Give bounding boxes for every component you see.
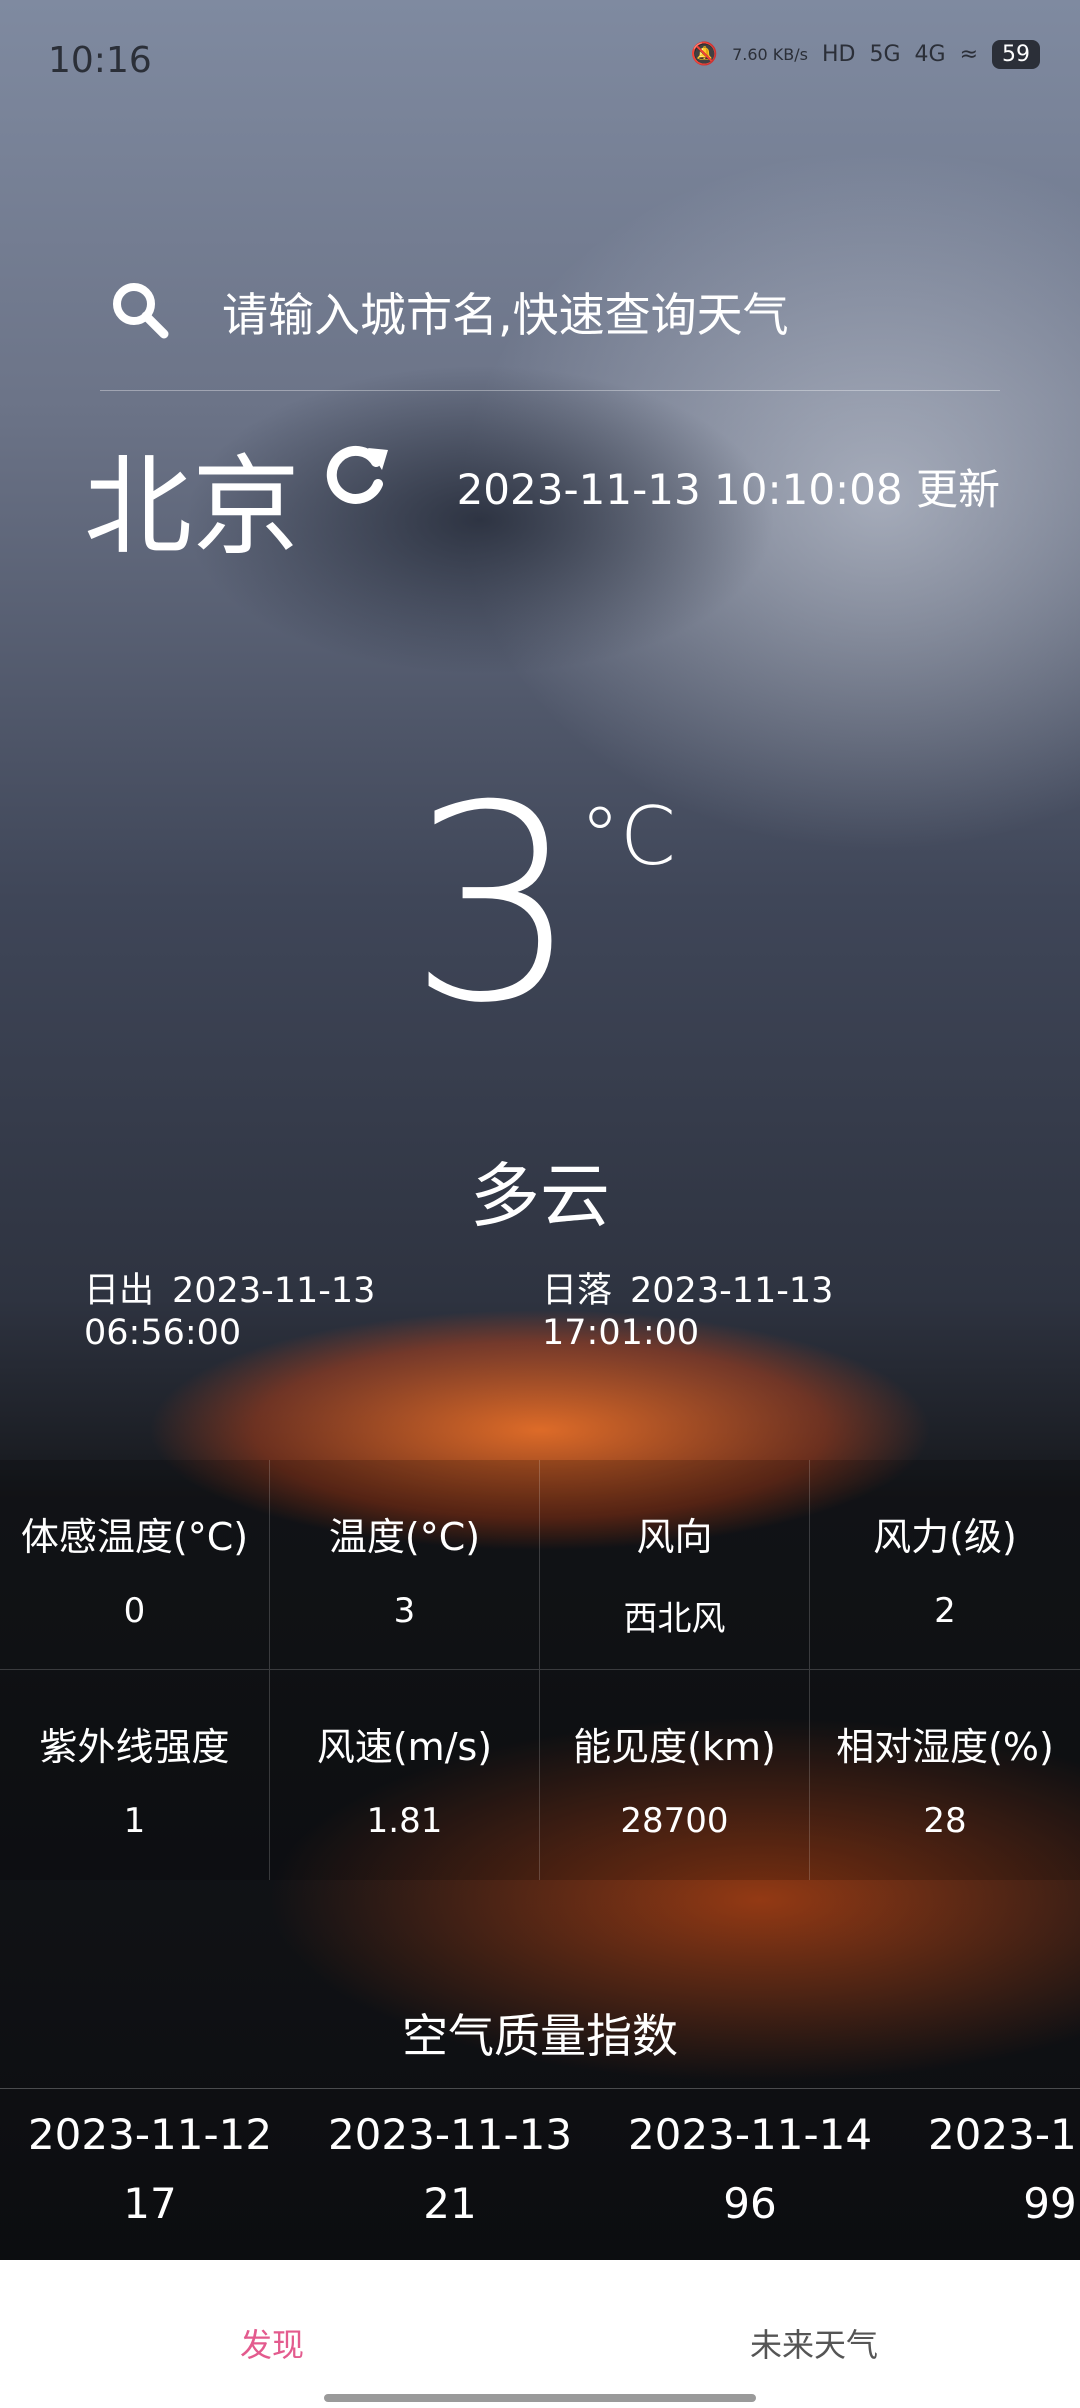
detail-temperature: 温度(°C) 3 bbox=[270, 1460, 540, 1670]
status-icons: 🔕 7.60 KB/s HD 5G 4G ≈ 59 bbox=[691, 40, 1040, 69]
nav-discover[interactable]: 发现 bbox=[240, 2320, 304, 2366]
sunset: 日落 2023-11-13 17:01:00 bbox=[542, 1262, 1000, 1353]
aqi-value: 17 bbox=[123, 2179, 177, 2228]
detail-feels-like: 体感温度(°C) 0 bbox=[0, 1460, 270, 1670]
signal-5g-icon: 5G bbox=[869, 42, 901, 67]
status-time: 10:16 bbox=[48, 40, 152, 81]
aqi-date: 2023-11-13 bbox=[327, 2110, 573, 2159]
net-speed: 7.60 KB/s bbox=[732, 45, 808, 64]
current-temperature: 3 bbox=[408, 747, 580, 1062]
detail-label: 相对湿度(%) bbox=[836, 1725, 1054, 1769]
status-bar: 10:16 🔕 7.60 KB/s HD 5G 4G ≈ 59 bbox=[0, 0, 1080, 120]
aqi-item: 2023-11-14 96 bbox=[600, 2100, 900, 2228]
detail-label: 能见度(km) bbox=[573, 1725, 776, 1769]
aqi-date: 2023-11-14 bbox=[627, 2110, 873, 2159]
sunrise: 日出 2023-11-13 06:56:00 bbox=[84, 1262, 542, 1353]
aqi-value: 99 bbox=[1023, 2179, 1077, 2228]
detail-value: 西北风 bbox=[623, 1599, 726, 1639]
sunset-label: 日落 bbox=[542, 1271, 613, 1311]
aqi-title: 空气质量指数 bbox=[402, 2009, 678, 2063]
city-name: 北京 bbox=[84, 445, 301, 570]
sunrise-label: 日出 bbox=[84, 1271, 155, 1311]
search-icon[interactable] bbox=[110, 280, 170, 340]
detail-uv-index: 紫外线强度 1 bbox=[0, 1670, 270, 1880]
detail-value: 0 bbox=[123, 1591, 146, 1631]
detail-label: 紫外线强度 bbox=[39, 1725, 230, 1769]
aqi-date: 2023-11-12 bbox=[27, 2110, 273, 2159]
detail-value: 2 bbox=[934, 1591, 956, 1631]
bottom-nav: 发现 未来天气 bbox=[0, 2260, 1080, 2408]
detail-label: 体感温度(°C) bbox=[20, 1515, 249, 1559]
aqi-date: 2023-11-15 bbox=[927, 2110, 1080, 2159]
detail-wind-force: 风力(级) 2 bbox=[810, 1460, 1080, 1670]
detail-visibility: 能见度(km) 28700 bbox=[540, 1670, 810, 1880]
weather-condition: 多云 bbox=[470, 1155, 610, 1237]
sun-times: 日出 2023-11-13 06:56:00 日落 2023-11-13 17:01… bbox=[84, 1262, 1000, 1353]
hd-icon: HD bbox=[821, 42, 856, 67]
aqi-list[interactable]: 2023-11-12 17 2023-11-13 21 2023-11-14 9… bbox=[0, 2100, 1080, 2260]
search-bar[interactable] bbox=[100, 274, 1000, 391]
detail-wind-direction: 风向 西北风 bbox=[540, 1460, 810, 1670]
aqi-item: 2023-11-13 21 bbox=[300, 2100, 600, 2228]
detail-value: 28700 bbox=[620, 1801, 729, 1841]
aqi-value: 96 bbox=[723, 2179, 777, 2228]
detail-label: 风速(m/s) bbox=[316, 1725, 493, 1769]
detail-wind-speed: 风速(m/s) 1.81 bbox=[270, 1670, 540, 1880]
aqi-item: 2023-11-12 17 bbox=[0, 2100, 300, 2228]
home-indicator[interactable] bbox=[324, 2394, 756, 2402]
search-input[interactable] bbox=[220, 274, 984, 356]
aqi-value: 21 bbox=[423, 2179, 477, 2228]
detail-label: 风力(级) bbox=[873, 1515, 1017, 1559]
wifi-icon: ≈ bbox=[959, 42, 978, 67]
divider bbox=[0, 2088, 1080, 2089]
weather-details-grid: 体感温度(°C) 0 温度(°C) 3 风向 西北风 风力(级) 2 紫外线强度… bbox=[0, 1460, 1080, 1880]
signal-4g-icon: 4G bbox=[914, 42, 946, 67]
detail-humidity: 相对湿度(%) 28 bbox=[810, 1670, 1080, 1880]
refresh-icon[interactable] bbox=[322, 440, 392, 510]
mute-bell-icon: 🔕 bbox=[690, 42, 719, 67]
detail-value: 1 bbox=[123, 1801, 146, 1841]
update-time: 2023-11-13 10:10:08 更新 bbox=[456, 465, 1000, 514]
detail-value: 28 bbox=[923, 1801, 967, 1841]
detail-value: 1.81 bbox=[366, 1801, 443, 1841]
detail-value: 3 bbox=[393, 1591, 416, 1631]
detail-label: 风向 bbox=[636, 1515, 713, 1559]
temperature-unit: °C bbox=[580, 790, 676, 883]
aqi-item: 2023-11-15 99 bbox=[900, 2100, 1080, 2228]
detail-label: 温度(°C) bbox=[328, 1515, 481, 1559]
battery-icon: 59 bbox=[992, 40, 1040, 69]
nav-future-weather[interactable]: 未来天气 bbox=[750, 2320, 878, 2366]
